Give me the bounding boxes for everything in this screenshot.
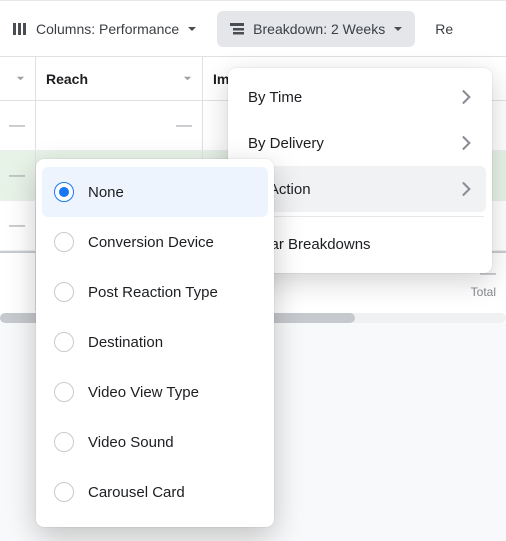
option-label: None: [88, 184, 124, 201]
cell: —: [0, 151, 36, 200]
reports-label: Re: [435, 21, 453, 37]
option-label: Video Sound: [88, 434, 174, 451]
cell: —: [0, 201, 36, 250]
action-option-post-reaction-type[interactable]: Post Reaction Type: [42, 267, 268, 317]
radio-icon: [54, 382, 74, 402]
caret-down-icon: [393, 24, 403, 34]
action-option-video-view-type[interactable]: Video View Type: [42, 367, 268, 417]
cell: —: [36, 101, 203, 150]
menu-item-label: By Delivery: [248, 135, 324, 152]
reports-button[interactable]: Re: [423, 11, 453, 47]
radio-icon: [54, 282, 74, 302]
menu-item-label: By Time: [248, 89, 302, 106]
chevron-right-icon: [462, 90, 472, 104]
radio-icon: [54, 482, 74, 502]
breakdown-button[interactable]: Breakdown: 2 Weeks: [217, 11, 415, 47]
action-option-video-sound[interactable]: Video Sound: [42, 417, 268, 467]
columns-button[interactable]: Columns: Performance: [0, 11, 209, 47]
radio-icon: [54, 182, 74, 202]
chevron-right-icon: [462, 182, 472, 196]
option-label: Conversion Device: [88, 234, 214, 251]
totals-label: Total: [471, 285, 496, 299]
column-header-label: Im: [213, 71, 229, 87]
caret-down-icon: [16, 74, 25, 83]
breakdown-menu-item-by-delivery[interactable]: By Delivery: [234, 120, 486, 166]
column-header-blank[interactable]: [0, 57, 36, 100]
totals-cell: [0, 253, 36, 311]
radio-icon: [54, 432, 74, 452]
column-header-label: Reach: [46, 71, 88, 87]
radio-icon: [54, 232, 74, 252]
option-label: Post Reaction Type: [88, 284, 218, 301]
columns-icon: [12, 21, 28, 37]
action-option-none[interactable]: None: [42, 167, 268, 217]
action-option-carousel-card[interactable]: Carousel Card: [42, 467, 268, 517]
columns-label: Columns: Performance: [36, 21, 179, 37]
caret-down-icon: [183, 74, 192, 83]
option-label: Destination: [88, 334, 163, 351]
toolbar: Columns: Performance Breakdown: 2 Weeks …: [0, 0, 506, 56]
breakdown-menu-item-by-time[interactable]: By Time: [234, 74, 486, 120]
option-label: Carousel Card: [88, 484, 185, 501]
caret-down-icon: [187, 24, 197, 34]
by-action-submenu: None Conversion Device Post Reaction Typ…: [36, 159, 274, 527]
breakdown-icon: [229, 21, 245, 37]
action-option-conversion-device[interactable]: Conversion Device: [42, 217, 268, 267]
action-option-destination[interactable]: Destination: [42, 317, 268, 367]
breakdown-label: Breakdown: 2 Weeks: [253, 21, 385, 37]
option-label: Video View Type: [88, 384, 199, 401]
radio-icon: [54, 332, 74, 352]
cell: —: [0, 101, 36, 150]
column-header-reach[interactable]: Reach: [36, 57, 203, 100]
chevron-right-icon: [462, 136, 472, 150]
